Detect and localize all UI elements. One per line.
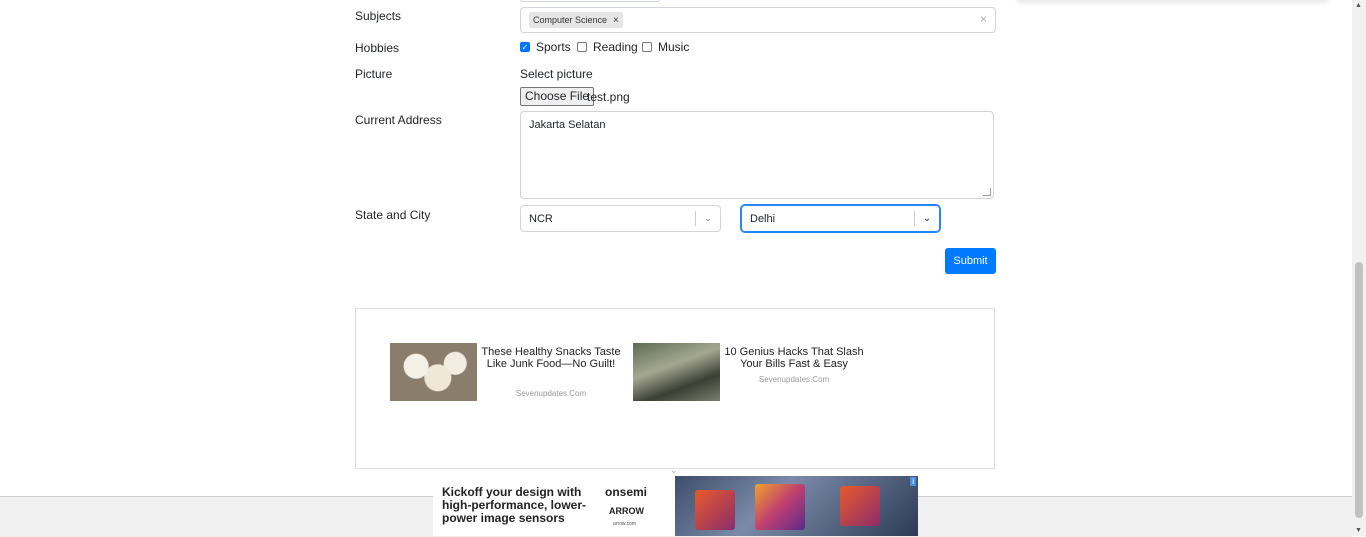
picture-label: Picture xyxy=(355,67,393,81)
music-checkbox[interactable] xyxy=(642,42,652,52)
choose-file-button[interactable]: Choose File xyxy=(520,87,595,106)
ad-source-1[interactable]: Sevenupdates.Com xyxy=(480,389,622,398)
chevron-down-icon[interactable]: ⌄ xyxy=(696,213,720,224)
sports-label[interactable]: Sports xyxy=(536,40,571,54)
hobbies-label: Hobbies xyxy=(355,41,400,55)
subject-chip-label: Computer Science xyxy=(533,15,608,25)
file-name: test.png xyxy=(587,90,630,104)
native-ad-box: These Healthy Snacks Taste Like Junk Foo… xyxy=(355,308,995,469)
state-value: NCR xyxy=(529,212,553,225)
banner-text: Kickoff your design with high-performanc… xyxy=(442,485,587,525)
ad-title-2[interactable]: 10 Genius Hacks That Slash Your Bills Fa… xyxy=(723,346,865,370)
banner-ad[interactable]: Kickoff your design with high-performanc… xyxy=(433,476,918,536)
hobby-sports[interactable]: ✓ Sports xyxy=(520,40,571,54)
subjects-input[interactable]: Computer Science × × xyxy=(520,7,996,33)
chevron-down-icon[interactable]: ⌄ xyxy=(915,213,939,224)
address-value: Jakarta Selatan xyxy=(529,119,606,131)
sensor-chip-icon xyxy=(840,486,880,526)
current-address-textarea[interactable]: Jakarta Selatan xyxy=(520,111,994,199)
select-picture-label: Select picture xyxy=(520,67,593,81)
sensor-chip-icon xyxy=(695,490,735,530)
hobby-music[interactable]: Music xyxy=(642,40,689,54)
city-value: Delhi xyxy=(750,212,776,225)
previous-field-stub xyxy=(520,0,660,2)
subject-chip: Computer Science × xyxy=(529,12,623,28)
state-city-label: State and City xyxy=(355,208,431,222)
collapse-caret-icon[interactable]: ⌄ xyxy=(670,465,678,475)
remove-chip-icon[interactable]: × xyxy=(613,15,619,26)
money-image[interactable] xyxy=(633,343,720,401)
arrow-logo: ARROW xyxy=(609,506,644,516)
reading-checkbox[interactable] xyxy=(577,42,587,52)
onsemi-logo: onsemi xyxy=(605,485,648,499)
subjects-label: Subjects xyxy=(355,9,402,23)
sensor-chips-image: i xyxy=(675,476,918,536)
sensor-chip-icon xyxy=(755,484,805,530)
reading-label[interactable]: Reading xyxy=(593,40,638,54)
submit-button[interactable]: Submit xyxy=(945,248,996,274)
scrollbar[interactable]: ▲ ▼ xyxy=(1352,0,1366,536)
resize-handle-icon[interactable] xyxy=(983,188,991,196)
arrow-url: arrow.com xyxy=(613,521,637,527)
sports-checkbox[interactable]: ✓ xyxy=(520,42,530,52)
address-label: Current Address xyxy=(355,113,442,127)
scrollbar-thumb[interactable] xyxy=(1355,262,1363,518)
scroll-down-icon[interactable]: ▼ xyxy=(1355,527,1362,534)
ad-choices-icon[interactable]: i xyxy=(910,477,916,486)
scroll-up-icon[interactable]: ▲ xyxy=(1355,2,1362,9)
state-select[interactable]: NCR ⌄ xyxy=(520,205,721,232)
ad-source-2[interactable]: Sevenupdates.Com xyxy=(723,375,865,384)
city-select[interactable]: Delhi ⌄ xyxy=(741,205,940,232)
music-label[interactable]: Music xyxy=(658,40,689,54)
clear-subjects-icon[interactable]: × xyxy=(980,12,987,26)
snacks-image[interactable] xyxy=(390,343,477,401)
hobby-reading[interactable]: Reading xyxy=(577,40,638,54)
ad-title-1[interactable]: These Healthy Snacks Taste Like Junk Foo… xyxy=(480,346,622,370)
